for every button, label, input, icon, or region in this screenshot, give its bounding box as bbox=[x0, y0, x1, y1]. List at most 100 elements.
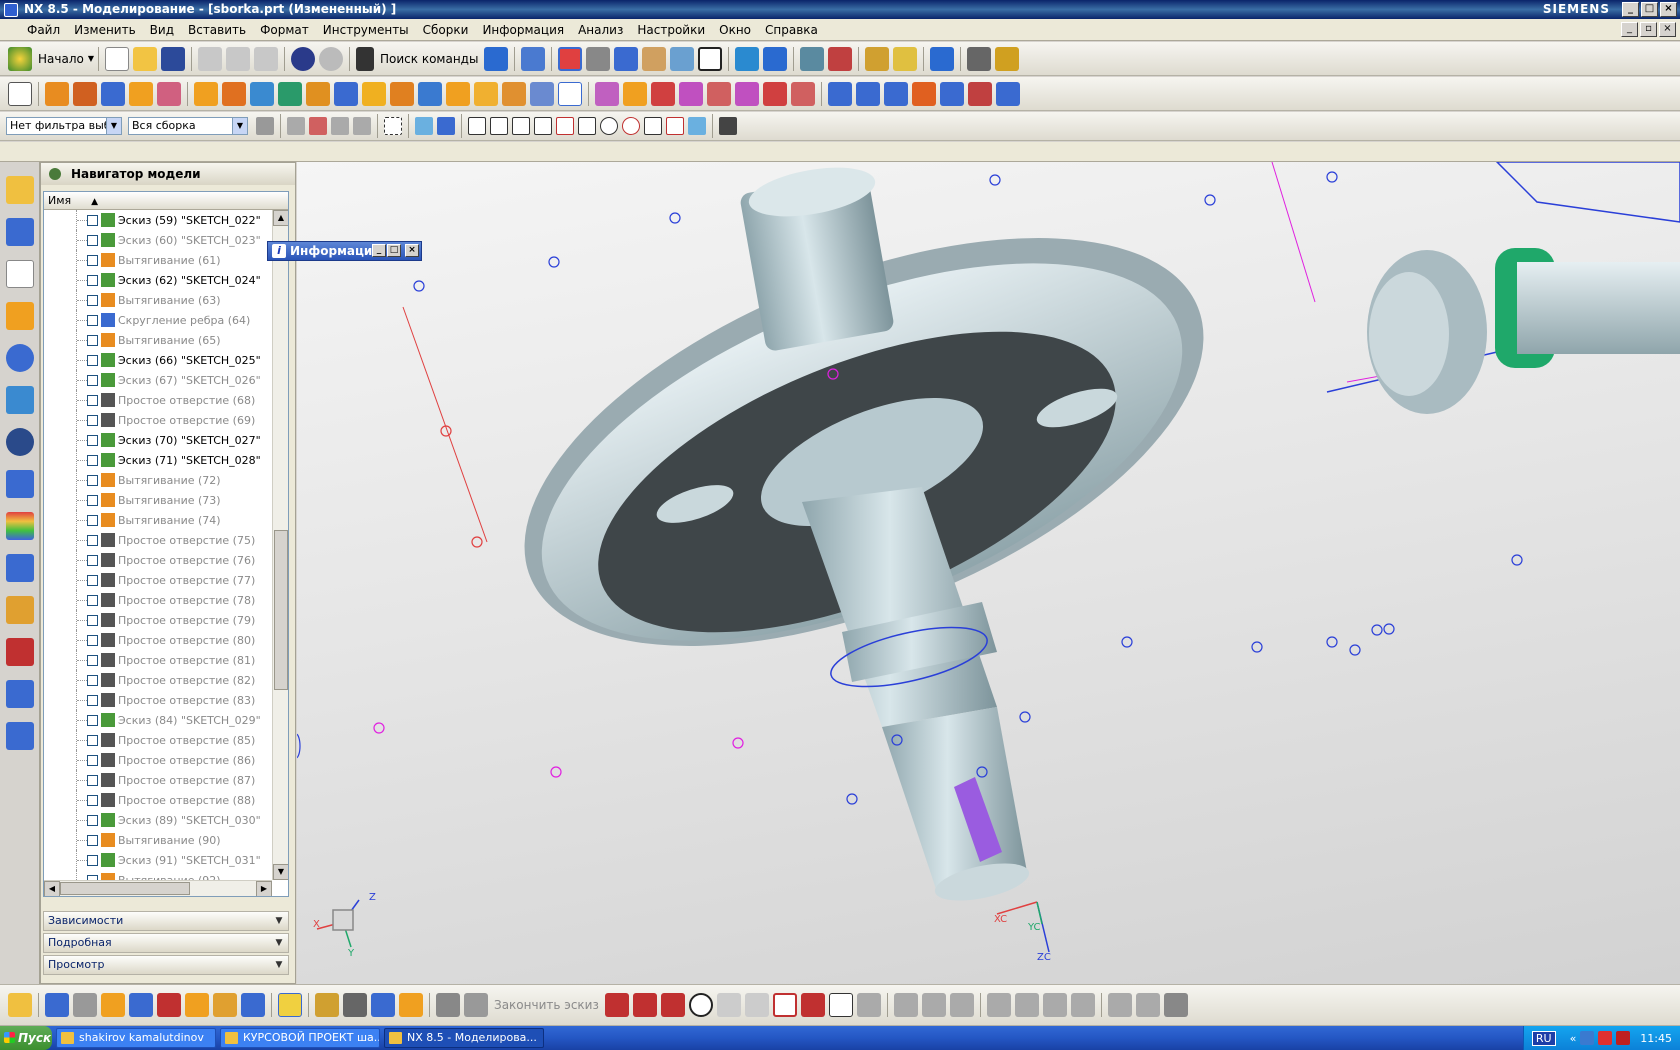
quick-trim-icon[interactable] bbox=[893, 993, 918, 1017]
show-all-constraints-icon[interactable] bbox=[1042, 993, 1067, 1017]
tree-row[interactable]: Простое отверстие (77) bbox=[44, 570, 272, 590]
taskbar-item-word[interactable]: КУРСОВОЙ ПРОЕКТ ша... bbox=[220, 1028, 380, 1048]
mesh-icon[interactable] bbox=[884, 81, 908, 106]
visibility-checkbox[interactable] bbox=[87, 634, 98, 646]
visibility-checkbox[interactable] bbox=[87, 514, 98, 526]
save-icon[interactable] bbox=[161, 46, 185, 71]
convert-reference-icon[interactable] bbox=[1070, 993, 1095, 1017]
ruler-icon[interactable] bbox=[995, 46, 1020, 71]
visibility-checkbox[interactable] bbox=[87, 654, 98, 666]
fillet-icon[interactable] bbox=[716, 993, 741, 1017]
snap-intersection-icon[interactable] bbox=[534, 117, 552, 135]
palette-icon[interactable] bbox=[6, 512, 34, 540]
tree-row[interactable]: Эскиз (60) "SKETCH_023" bbox=[44, 230, 272, 250]
constraint-navigator-icon[interactable] bbox=[6, 218, 34, 246]
finish-sketch-button[interactable]: Закончить эскиз bbox=[494, 998, 599, 1012]
sketch-icon[interactable] bbox=[8, 81, 32, 106]
select-feature-icon[interactable] bbox=[287, 117, 305, 135]
visibility-checkbox[interactable] bbox=[87, 754, 98, 766]
sphere-icon[interactable] bbox=[157, 81, 181, 106]
snap-endpoint-icon[interactable] bbox=[468, 117, 486, 135]
sweep-icon[interactable] bbox=[940, 81, 964, 106]
menu-file[interactable]: Файл bbox=[20, 23, 67, 37]
doc-restore-button[interactable]: ▫ bbox=[1640, 22, 1657, 37]
tree-row[interactable]: Скругление ребра (64) bbox=[44, 310, 272, 330]
snap-point-icon[interactable] bbox=[644, 117, 662, 135]
doc-close-button[interactable]: × bbox=[1659, 22, 1676, 37]
alternate-solution-icon[interactable] bbox=[1107, 993, 1132, 1017]
tree-horizontal-scrollbar[interactable]: ◀ ▶ bbox=[44, 880, 272, 896]
revolve-icon[interactable] bbox=[73, 81, 97, 106]
draft-icon[interactable] bbox=[530, 81, 554, 106]
tray-expand-icon[interactable]: « bbox=[1570, 1032, 1577, 1045]
menu-analysis[interactable]: Анализ bbox=[571, 23, 630, 37]
orient-view-icon[interactable] bbox=[129, 993, 153, 1017]
profile-icon[interactable] bbox=[604, 993, 629, 1017]
tree-row[interactable]: Вытягивание (72) bbox=[44, 470, 272, 490]
menu-assemblies[interactable]: Сборки bbox=[416, 23, 476, 37]
sketch-tools-icon[interactable] bbox=[8, 993, 32, 1017]
information-window[interactable]: i Информация _ □ × bbox=[267, 241, 422, 261]
measure-icon[interactable] bbox=[865, 46, 890, 71]
render-style-icon[interactable] bbox=[586, 46, 611, 71]
section-preview[interactable]: Просмотр ▼ bbox=[43, 955, 289, 975]
snap-on-surface-icon[interactable] bbox=[688, 117, 706, 135]
chamfer-icon[interactable] bbox=[474, 81, 498, 106]
type-filter-select[interactable]: Нет фильтра выбо ▼ bbox=[6, 117, 122, 135]
point-icon[interactable] bbox=[828, 993, 853, 1017]
tree-row[interactable]: Вытягивание (73) bbox=[44, 490, 272, 510]
auto-dimension-icon[interactable] bbox=[213, 993, 237, 1017]
system-scenes-icon[interactable] bbox=[6, 638, 34, 666]
chamfer-sketch-icon[interactable] bbox=[744, 993, 769, 1017]
thread-icon[interactable] bbox=[418, 81, 442, 106]
trim-body-icon[interactable] bbox=[679, 81, 703, 106]
grid-icon[interactable] bbox=[719, 117, 737, 135]
info-maximize-button[interactable]: □ bbox=[387, 244, 401, 257]
history-icon[interactable] bbox=[6, 386, 34, 414]
part-navigator-icon[interactable] bbox=[6, 260, 34, 288]
visibility-checkbox[interactable] bbox=[87, 714, 98, 726]
move-component-icon[interactable] bbox=[343, 993, 367, 1017]
visibility-checkbox[interactable] bbox=[87, 734, 98, 746]
tree-row[interactable]: Простое отверстие (81) bbox=[44, 650, 272, 670]
datum-plane-icon[interactable] bbox=[250, 81, 274, 106]
paste-icon[interactable] bbox=[254, 46, 278, 71]
curve-icon[interactable] bbox=[968, 81, 992, 106]
nx-app-icon[interactable] bbox=[4, 2, 18, 17]
command-finder-button[interactable]: Поиск команды bbox=[380, 52, 478, 66]
roles-icon[interactable] bbox=[6, 596, 34, 624]
section-dependencies[interactable]: Зависимости ▼ bbox=[43, 911, 289, 931]
section-details[interactable]: Подробная ▼ bbox=[43, 933, 289, 953]
circle-icon[interactable] bbox=[688, 993, 713, 1017]
tree-row[interactable]: Эскиз (84) "SKETCH_029" bbox=[44, 710, 272, 730]
visibility-checkbox[interactable] bbox=[87, 614, 98, 626]
tree-row[interactable]: Эскиз (59) "SKETCH_022" bbox=[44, 210, 272, 230]
offset-curve-icon[interactable] bbox=[856, 993, 881, 1017]
intersect-icon[interactable] bbox=[651, 81, 675, 106]
open-folder-icon[interactable] bbox=[133, 46, 157, 71]
taskbar-item-nx[interactable]: NX 8.5 - Моделирова... bbox=[384, 1028, 544, 1048]
visibility-checkbox[interactable] bbox=[87, 314, 98, 326]
sketch-finish-icon[interactable] bbox=[436, 993, 460, 1017]
visibility-checkbox[interactable] bbox=[87, 334, 98, 346]
clock-icon[interactable] bbox=[6, 428, 34, 456]
column-header-name[interactable]: Имя ▲ bbox=[44, 192, 288, 210]
select-face-icon[interactable] bbox=[331, 117, 349, 135]
menu-view[interactable]: Вид bbox=[143, 23, 181, 37]
tree-row[interactable]: Простое отверстие (85) bbox=[44, 730, 272, 750]
extrude-icon[interactable] bbox=[45, 81, 69, 106]
web-browser-icon[interactable] bbox=[6, 344, 34, 372]
edge-blend-icon[interactable] bbox=[446, 81, 470, 106]
start-menu-button[interactable]: Начало bbox=[38, 52, 84, 66]
tree-row[interactable]: Вытягивание (90) bbox=[44, 830, 272, 850]
quick-extend-icon[interactable] bbox=[921, 993, 946, 1017]
assembly-icon[interactable] bbox=[735, 46, 760, 71]
subtract-icon[interactable] bbox=[623, 81, 647, 106]
view-orient-icon[interactable] bbox=[614, 46, 639, 71]
binoculars-icon[interactable] bbox=[356, 46, 374, 71]
maximize-button[interactable]: □ bbox=[1641, 2, 1658, 17]
select-body-icon[interactable] bbox=[353, 117, 371, 135]
checkered-flag-icon[interactable] bbox=[464, 993, 488, 1017]
start-icon[interactable] bbox=[8, 46, 32, 71]
groove-icon[interactable] bbox=[390, 81, 414, 106]
